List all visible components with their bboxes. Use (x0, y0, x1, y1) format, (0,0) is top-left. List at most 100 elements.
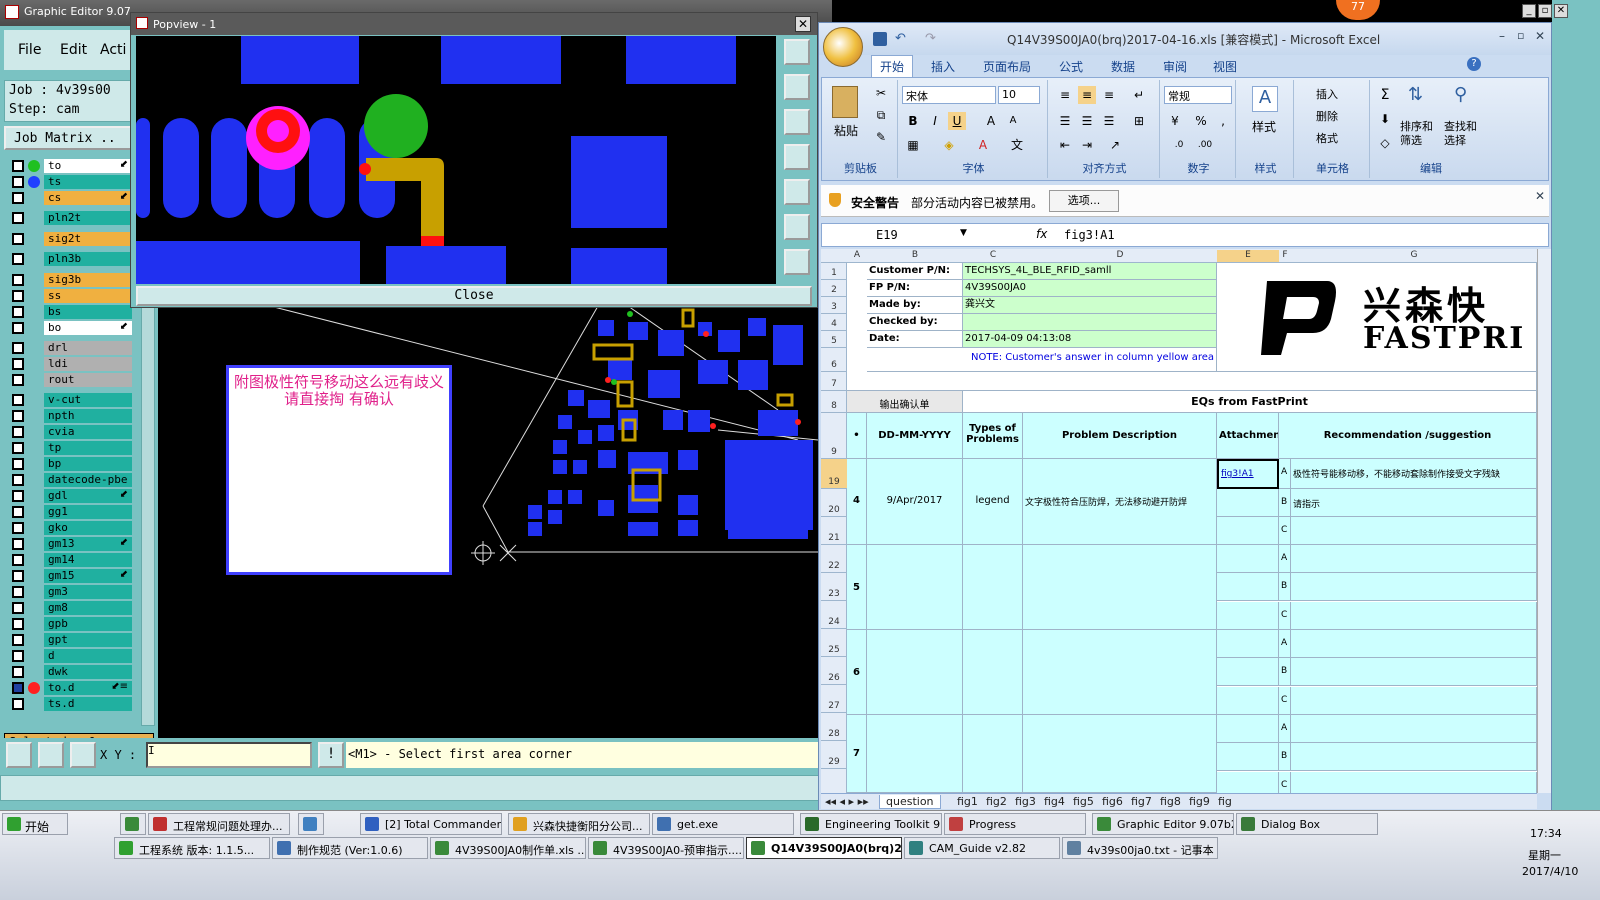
layer-checkbox[interactable] (12, 274, 24, 286)
taskbar-button[interactable]: Dialog Box (1236, 813, 1378, 835)
main-canvas[interactable]: 附图极性符号移动这么远有歧义 请直接掏 有确认 (158, 300, 818, 738)
row-header[interactable]: 2 (821, 280, 847, 297)
currency-icon[interactable]: ¥ (1166, 112, 1184, 130)
sheet-tab[interactable]: fig7 (1131, 795, 1152, 808)
menu-file[interactable]: File (18, 42, 41, 58)
layer-row[interactable]: gm14 (4, 552, 134, 568)
grow-font-icon[interactable]: A (982, 112, 1000, 130)
column-header[interactable]: F (1279, 250, 1291, 262)
format-painter-icon[interactable]: ✎ (872, 128, 890, 146)
taskbar-button[interactable]: 制作规范 (Ver:1.0.6) (272, 837, 428, 859)
layer-row[interactable]: gdl ⬋ (4, 488, 134, 504)
layer-checkbox[interactable] (12, 586, 24, 598)
layer-checkbox[interactable] (12, 394, 24, 406)
zoom-area-icon[interactable] (6, 742, 32, 768)
align-bottom-icon[interactable]: ≡ (1100, 86, 1118, 104)
column-header[interactable]: G (1291, 250, 1537, 262)
redo-icon[interactable]: ↷ (925, 31, 936, 46)
row-header[interactable]: 7 (821, 372, 847, 391)
layer-name[interactable]: sig2t (44, 232, 132, 246)
name-box-dropdown-icon[interactable]: ▼ (960, 228, 967, 238)
layer-checkbox[interactable] (12, 233, 24, 245)
layer-name[interactable]: dwk (44, 665, 132, 679)
layer-name[interactable]: ts.d (44, 697, 132, 711)
autosum-icon[interactable]: Σ (1376, 86, 1394, 104)
layer-checkbox[interactable] (12, 682, 24, 694)
layer-checkbox[interactable] (12, 570, 24, 582)
sheet-tab[interactable]: fig2 (986, 795, 1007, 808)
layer-name[interactable]: gm8 (44, 601, 132, 615)
xy-input[interactable]: I (146, 742, 312, 768)
number-format-select[interactable]: 常规 (1164, 86, 1232, 104)
layer-name[interactable]: gko (44, 521, 132, 535)
name-box[interactable]: E19 (876, 228, 898, 242)
outer-minimize-icon[interactable]: _ (1522, 4, 1536, 18)
bold-button[interactable]: B (904, 112, 922, 130)
taskbar-button[interactable]: [2] Total Commander ... (360, 813, 502, 835)
fill-icon[interactable]: ⬇ (1376, 110, 1394, 128)
align-right-icon[interactable]: ☰ (1100, 112, 1118, 130)
layer-checkbox[interactable] (12, 602, 24, 614)
layer-row[interactable]: cs ⬋ (4, 190, 134, 206)
row-header[interactable]: 23 (821, 573, 847, 601)
layer-name[interactable]: npth (44, 409, 132, 423)
pan-up-icon[interactable] (784, 74, 810, 100)
insert-cells-button[interactable]: 插入 (1316, 86, 1338, 102)
layer-name[interactable]: gpb (44, 617, 132, 631)
layer-checkbox[interactable] (12, 410, 24, 422)
fx-icon[interactable]: fx (1036, 227, 1047, 241)
layer-row[interactable]: ss (4, 288, 134, 304)
comma-icon[interactable]: , (1214, 112, 1232, 130)
row-header[interactable]: 8 (821, 391, 847, 413)
align-middle-icon[interactable]: ≡ (1078, 86, 1096, 104)
format-cells-button[interactable]: 格式 (1316, 130, 1338, 146)
layer-checkbox[interactable] (12, 458, 24, 470)
pan-down-icon[interactable] (784, 109, 810, 135)
fill-color-icon[interactable]: ◈ (940, 136, 958, 154)
layer-name[interactable]: d (44, 649, 132, 663)
tab-data[interactable]: 数据 (1111, 58, 1135, 75)
align-top-icon[interactable]: ≡ (1056, 86, 1074, 104)
row-header[interactable]: 9 (821, 413, 847, 459)
taskbar-button[interactable]: 4v39s00ja0.txt - 记事本 (1062, 837, 1218, 859)
layer-name[interactable]: v-cut (44, 393, 132, 407)
column-header[interactable]: B (867, 250, 963, 262)
layer-checkbox[interactable] (12, 306, 24, 318)
column-header[interactable]: C (963, 250, 1023, 262)
layer-name[interactable]: datecode-pbe (44, 473, 132, 487)
help-icon[interactable]: ? (1467, 57, 1481, 71)
layer-checkbox[interactable] (12, 192, 24, 204)
popview-canvas[interactable] (136, 36, 776, 284)
taskbar-button[interactable]: 工程常规问题处理办... (148, 813, 290, 835)
tab-review[interactable]: 审阅 (1163, 58, 1187, 75)
italic-button[interactable]: I (926, 112, 944, 130)
layer-row[interactable]: npth (4, 408, 134, 424)
row-header[interactable]: 29 (821, 741, 847, 769)
find-select-label[interactable]: 查找和 选择 (1444, 120, 1477, 148)
sort-filter-label[interactable]: 排序和 筛选 (1400, 120, 1433, 148)
row-header[interactable]: 21 (821, 517, 847, 545)
layer-checkbox[interactable] (12, 374, 24, 386)
minimize-icon[interactable]: – (1499, 29, 1505, 43)
sort-filter-icon[interactable]: ⇅ (1408, 84, 1423, 105)
decrease-indent-icon[interactable]: ⇤ (1056, 136, 1074, 154)
tab-insert[interactable]: 插入 (931, 58, 955, 75)
row-header[interactable]: 19 (821, 459, 847, 489)
layer-row[interactable]: dwk (4, 664, 134, 680)
taskbar-button[interactable] (298, 813, 324, 835)
outer-maximize-icon[interactable]: ▫ (1538, 4, 1552, 18)
worksheet-grid[interactable]: A B C D E F G 1 2 3 4 5 6 7 8 9 19 20 21 22 23 24 25 26 27 28 29 Cu… (821, 249, 1537, 793)
close-icon[interactable]: ✕ (795, 16, 811, 32)
grid-icon[interactable] (70, 742, 96, 768)
layer-row[interactable]: ts.d (4, 696, 134, 712)
phonetic-icon[interactable]: 文 (1008, 136, 1026, 154)
undo-icon[interactable]: ↶ (895, 31, 906, 46)
taskbar-button[interactable]: Engineering Toolkit 9.... (800, 813, 942, 835)
font-size-select[interactable]: 10 (998, 86, 1040, 104)
layer-checkbox[interactable] (12, 160, 24, 172)
taskbar-button[interactable]: get.exe (652, 813, 794, 835)
layer-row[interactable]: drl (4, 340, 134, 356)
layer-row[interactable]: gm15 ⬋ (4, 568, 134, 584)
merge-icon[interactable]: ⊞ (1130, 112, 1148, 130)
layer-name[interactable]: pln3b (44, 252, 132, 266)
